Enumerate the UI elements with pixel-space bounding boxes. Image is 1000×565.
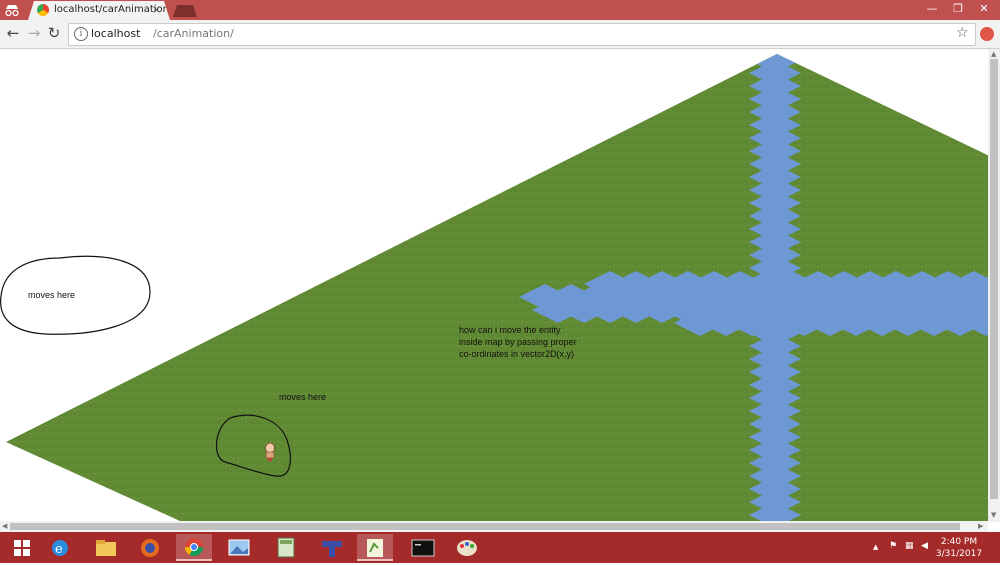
entity-sprite[interactable] [265,442,275,461]
browser-tab[interactable]: localhost/carAnimation/ × [28,1,170,20]
vertical-scrollbar[interactable]: ▲ ▼ [988,49,1000,522]
photos-icon [228,539,250,556]
game-canvas[interactable] [0,49,988,521]
page-viewport: moves here moves here how can i move the… [0,49,988,521]
folder-icon [96,540,116,556]
internet-explorer-icon: e [52,540,68,557]
question-line-3: co-ordinates in vector2D(x,y) [459,349,575,359]
taskbar-firefox[interactable] [132,534,168,561]
windows-taskbar: e ▲ ⚑ ▦ ◀ [0,532,1000,563]
firefox-icon [141,539,159,557]
scroll-left-icon[interactable]: ◀ [2,522,7,530]
notepad-icon [367,539,383,557]
question-line-1: how can i move the entity [459,325,561,335]
windows-logo-icon [14,540,30,556]
taskbar-paint[interactable] [449,534,485,561]
clock-time[interactable]: 2:40 PM [934,537,984,547]
url-path: /carAnimation/ [153,27,234,40]
incognito-icon [5,5,19,17]
minimize-button[interactable]: — [918,0,946,18]
forward-button[interactable]: → [25,24,43,42]
extension-icon[interactable] [980,27,994,41]
taskbar-internet-explorer[interactable]: e [42,534,78,561]
chrome-icon [185,538,203,557]
browser-title-bar: localhost/carAnimation/ × — ❐ ✕ [0,0,1000,20]
tray-expand-icon[interactable]: ▲ [873,543,878,551]
browser-toolbar: ← → ↻ i localhost /carAnimation/ ☆ [0,20,1000,49]
tab-close-icon[interactable]: × [152,3,161,16]
paint-palette-icon [457,540,477,556]
question-line-2: inside map by passing proper [459,337,577,347]
network-icon[interactable]: ▦ [905,541,914,551]
restore-button[interactable]: ❐ [944,0,972,18]
terminal-icon [411,539,435,557]
taskbar-chrome[interactable] [176,534,212,561]
reload-button[interactable]: ↻ [45,24,63,42]
moves-here-label-map: moves here [279,392,327,402]
scroll-right-icon[interactable]: ▶ [978,522,983,530]
address-bar[interactable]: i localhost /carAnimation/ ☆ [68,23,976,46]
hand-drawn-ellipse [0,255,151,335]
tetris-icon [322,541,342,557]
taskbar-command-prompt[interactable] [405,534,441,561]
taskbar-tetris[interactable] [314,534,350,561]
info-icon[interactable]: i [74,27,88,41]
moves-here-label-left: moves here [28,290,76,300]
volume-icon[interactable]: ◀ [921,541,928,551]
taskbar-notepad-plus[interactable] [357,534,393,561]
taskbar-photos[interactable] [221,534,257,561]
back-button[interactable]: ← [4,24,22,42]
flag-icon[interactable]: ⚑ [889,541,897,551]
vertical-scroll-thumb[interactable] [990,59,998,499]
bookmark-star-icon[interactable]: ☆ [956,25,969,41]
clock-date[interactable]: 3/31/2017 [934,549,984,559]
taskbar-calculator[interactable] [268,534,304,561]
svg-text:e: e [55,542,63,557]
tab-favicon-icon [37,4,49,16]
calculator-icon [277,537,295,558]
url-host: localhost [91,27,141,40]
horizontal-scrollbar[interactable]: ◀ ▶ [0,521,988,532]
taskbar-file-explorer[interactable] [88,534,124,561]
close-window-button[interactable]: ✕ [970,0,998,18]
horizontal-scroll-thumb[interactable] [10,523,960,530]
new-tab-button[interactable] [173,5,197,17]
start-button[interactable] [4,534,40,561]
scroll-down-icon[interactable]: ▼ [991,511,996,519]
scroll-up-icon[interactable]: ▲ [991,50,996,58]
